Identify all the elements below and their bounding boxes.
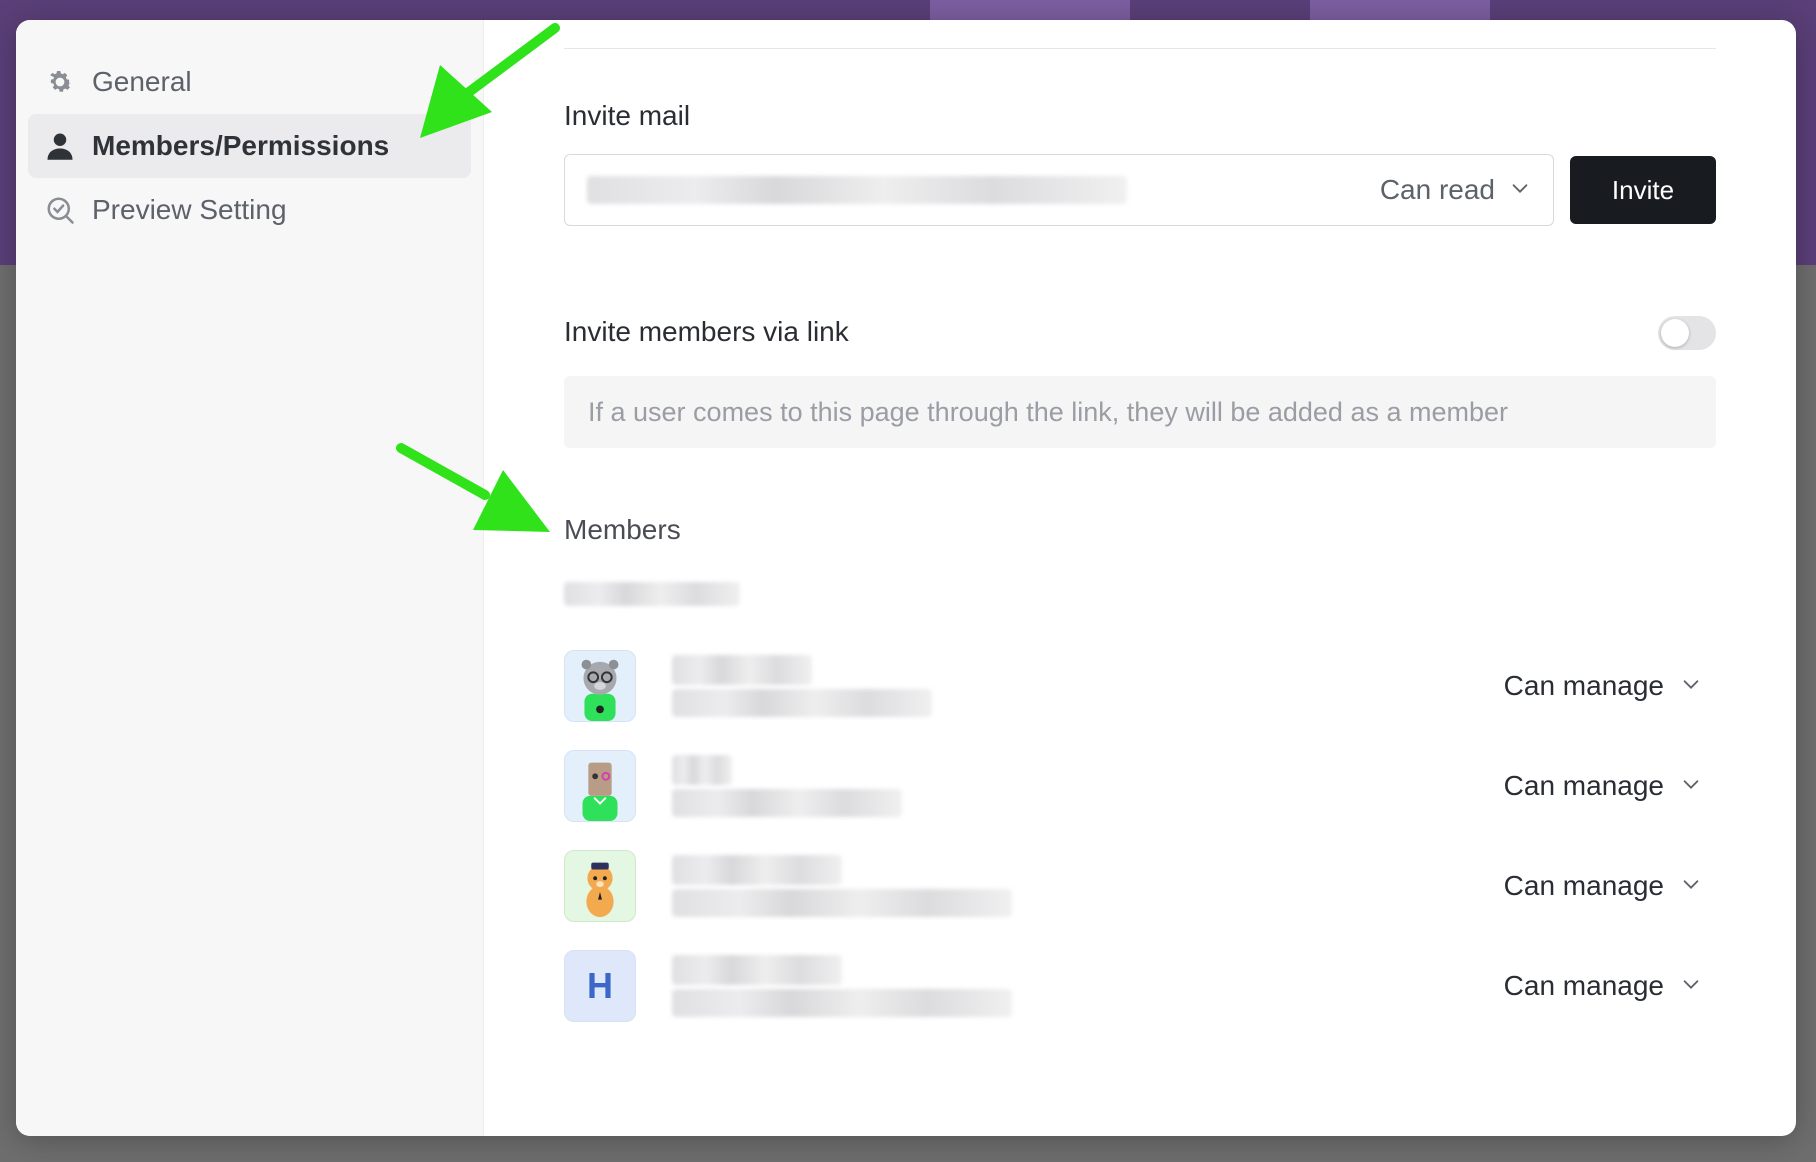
chevron-down-icon (1680, 670, 1702, 702)
invite-mail-label: Invite mail (564, 100, 691, 131)
redacted-member-name (672, 955, 842, 985)
redacted-member-name (672, 655, 812, 685)
chevron-down-icon (1680, 870, 1702, 902)
redacted-member-name (672, 755, 732, 785)
redacted-member-email (672, 689, 932, 717)
invite-button[interactable]: Invite (1570, 156, 1716, 224)
background-decoration (1310, 0, 1490, 20)
sidebar-item-preview-setting[interactable]: Preview Setting (28, 178, 471, 242)
toggle-knob (1661, 319, 1689, 347)
member-permission-value: Can manage (1503, 870, 1664, 901)
background-decoration (930, 0, 1130, 20)
member-permission-select[interactable]: Can manage (1504, 870, 1716, 902)
invite-link-toggle[interactable] (1658, 316, 1716, 350)
member-permission-value: Can manage (1503, 670, 1664, 701)
member-row: Can manage (564, 836, 1716, 936)
invite-email-input[interactable]: Can read (564, 154, 1554, 226)
person-icon (44, 130, 76, 162)
member-info (672, 855, 1012, 917)
gear-icon (44, 66, 76, 98)
invite-row: Can read Invite (564, 154, 1716, 226)
redacted-email-value (587, 176, 1127, 204)
invite-link-description: If a user comes to this page through the… (564, 376, 1716, 448)
sidebar-item-members-permissions[interactable]: Members/Permissions (28, 114, 471, 178)
member-info (672, 655, 932, 717)
invite-role-select[interactable]: Can read (1380, 174, 1531, 206)
member-permission-value: Can manage (1503, 770, 1664, 801)
chevron-down-icon (1680, 770, 1702, 802)
members-heading: Members (564, 514, 681, 545)
sidebar-item-general[interactable]: General (28, 50, 471, 114)
letter-avatar: H (564, 950, 636, 1022)
member-permission-value: Can manage (1503, 970, 1664, 1001)
sidebar-item-label: Preview Setting (92, 194, 287, 225)
sidebar-item-label: General (92, 66, 192, 97)
settings-sidebar: General Members/Permissions Preview Sett… (16, 20, 484, 1136)
invite-via-link-label: Invite members via link (564, 316, 849, 347)
divider (564, 48, 1716, 49)
sidebar-item-label: Members/Permissions (92, 130, 390, 161)
member-row: Can manage (564, 636, 1716, 736)
invite-role-value: Can read (1379, 174, 1495, 205)
member-permission-select[interactable]: Can manage (1504, 970, 1716, 1002)
member-list: Can manage Can manage Can manage H Can m… (564, 636, 1716, 1036)
preview-check-icon (44, 194, 76, 226)
chevron-down-icon (1509, 174, 1531, 206)
member-permission-select[interactable]: Can manage (1504, 670, 1716, 702)
settings-content: Invite mail Can read Invite Invite membe… (484, 20, 1796, 1136)
member-info (672, 955, 1012, 1017)
redacted-member-email (672, 789, 902, 817)
redacted-group-label (564, 582, 740, 606)
bear-avatar (564, 650, 636, 722)
redacted-member-email (672, 989, 1012, 1017)
paperbag-avatar (564, 750, 636, 822)
chevron-down-icon (1680, 970, 1702, 1002)
redacted-member-email (672, 889, 1012, 917)
settings-modal: General Members/Permissions Preview Sett… (16, 20, 1796, 1136)
member-info (672, 755, 902, 817)
redacted-member-name (672, 855, 842, 885)
member-row: Can manage (564, 736, 1716, 836)
member-row: H Can manage (564, 936, 1716, 1036)
dog-avatar (564, 850, 636, 922)
member-permission-select[interactable]: Can manage (1504, 770, 1716, 802)
